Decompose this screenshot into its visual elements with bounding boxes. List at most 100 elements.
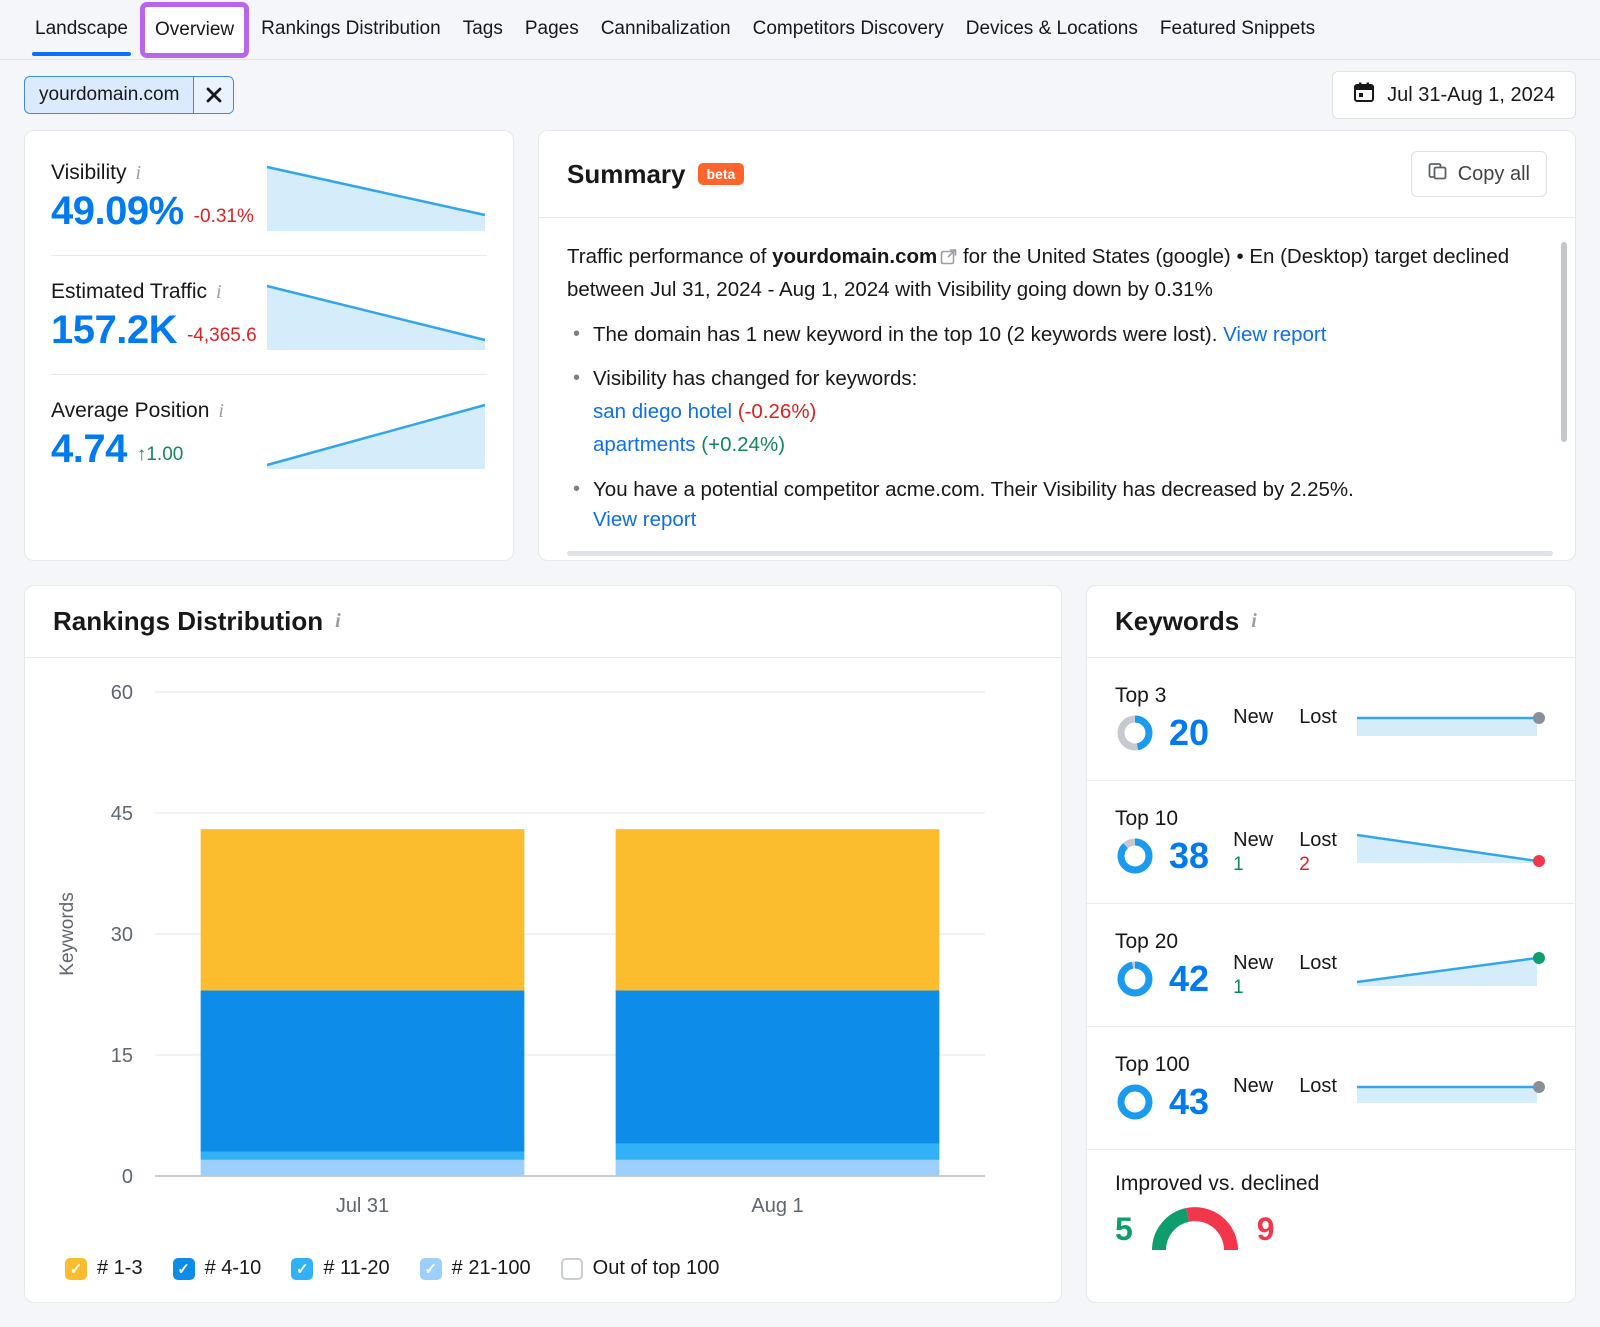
metric-estimated-traffic: Estimated Traffic i 157.2K -4,365.6	[51, 255, 487, 374]
copy-all-button[interactable]: Copy all	[1410, 151, 1547, 197]
nav-tab-rankings-distribution[interactable]: Rankings Distribution	[250, 4, 452, 56]
calendar-icon	[1353, 81, 1375, 109]
new-label: New	[1233, 829, 1274, 851]
declined-count: 9	[1256, 1210, 1275, 1247]
sparkline-top-10	[1356, 833, 1545, 867]
copy-all-label: Copy all	[1457, 162, 1530, 185]
nav-tab-cannibalization[interactable]: Cannibalization	[590, 4, 742, 56]
nav-tab-devices-locations[interactable]: Devices & Locations	[955, 4, 1149, 56]
summary-card: Summary beta Copy all Traffic performanc…	[538, 130, 1576, 561]
date-range-label: Jul 31-Aug 1, 2024	[1387, 83, 1555, 106]
main-navbar: Landscape Overview Rankings Distribution…	[0, 0, 1600, 60]
metric-position-delta: ↑1.00	[136, 443, 184, 465]
legend-label-11-20: # 11-20	[323, 1257, 390, 1279]
svg-text:Keywords: Keywords	[57, 892, 78, 975]
metric-position-value: 4.74	[51, 427, 127, 471]
summary-intro: Traffic performance of yourdomain.com fo…	[567, 242, 1547, 306]
traffic-sparkline	[266, 284, 486, 350]
metric-visibility-delta: -0.31%	[193, 205, 254, 227]
donut-top-20	[1117, 961, 1153, 997]
checkbox-21-100[interactable]: ✓	[419, 1257, 442, 1280]
view-report-link-1[interactable]: View report	[1223, 323, 1326, 346]
improved-vs-declined-section: Improved vs. declined 5 9	[1087, 1149, 1575, 1280]
keywords-label-top-10: Top 10	[1115, 807, 1179, 830]
donut-top-100	[1117, 1084, 1153, 1120]
info-icon[interactable]: i	[135, 162, 141, 185]
metric-visibility-label: Visibility	[51, 161, 127, 184]
visibility-sparkline	[266, 165, 486, 231]
date-range-picker[interactable]: Jul 31-Aug 1, 2024	[1332, 71, 1576, 119]
keywords-value-top-10: 38	[1169, 835, 1210, 876]
info-icon[interactable]: i	[1251, 610, 1257, 633]
keywords-row-top-100: Top 100 43 New Lost	[1087, 1026, 1575, 1149]
nav-tab-featured-snippets[interactable]: Featured Snippets	[1149, 4, 1326, 56]
keywords-value-top-3: 20	[1169, 712, 1210, 753]
lost-label: Lost	[1299, 706, 1337, 728]
nav-tab-pages[interactable]: Pages	[514, 4, 590, 56]
checkbox-1-3[interactable]: ✓	[65, 1257, 87, 1280]
close-icon[interactable]	[193, 77, 234, 113]
rankings-bar-chart: 0 15 30 45 60 Keywords Jul 31 Aug 1	[57, 682, 985, 1217]
checkbox-11-20[interactable]: ✓	[291, 1257, 314, 1280]
external-link-icon[interactable]	[940, 244, 957, 275]
summary-horizontal-scrollbar[interactable]	[567, 551, 1553, 556]
keywords-value-top-100: 43	[1169, 1081, 1210, 1122]
domain-chip[interactable]: yourdomain.com	[24, 76, 235, 114]
metric-visibility-value: 49.09%	[51, 189, 184, 233]
view-report-link-2[interactable]: View report	[593, 508, 696, 531]
legend-label-1-3: # 1-3	[97, 1257, 143, 1279]
keywords-row-top-3: Top 3 20 New Lost	[1087, 658, 1575, 780]
nav-tab-competitors-discovery[interactable]: Competitors Discovery	[742, 4, 955, 56]
keyword-link-apartments[interactable]: apartments	[593, 433, 696, 456]
keyword-link-san-diego-hotel[interactable]: san diego hotel	[593, 400, 732, 423]
metric-traffic-label: Estimated Traffic	[51, 280, 208, 303]
summary-bullet-1: The domain has 1 new keyword in the top …	[567, 319, 1547, 351]
rankings-chart-legend: ✓ # 1-3 ✓ # 4-10 ✓ # 11-20 ✓ # 21-100 Ou…	[25, 1245, 1061, 1302]
legend-item-4-10[interactable]: ✓ # 4-10	[172, 1257, 262, 1280]
info-icon[interactable]: i	[218, 400, 224, 423]
svg-text:30: 30	[111, 924, 133, 946]
keywords-header: Keywords i	[1087, 586, 1575, 658]
summary-bullet-2-text: Visibility has changed for keywords:	[593, 367, 918, 391]
info-icon[interactable]: i	[335, 610, 341, 633]
lost-label: Lost	[1299, 1075, 1337, 1097]
summary-bullet-list: The domain has 1 new keyword in the top …	[567, 319, 1547, 537]
nav-tab-tags[interactable]: Tags	[452, 4, 514, 56]
summary-title: Summary	[567, 158, 686, 189]
sparkline-top-100	[1357, 1081, 1545, 1103]
new-count-top-10: 1	[1233, 854, 1244, 875]
copy-icon	[1428, 161, 1448, 187]
keywords-title: Keywords	[1115, 606, 1240, 636]
rankings-chart-area: 0 15 30 45 60 Keywords Jul 31 Aug 1	[25, 658, 1061, 1245]
keywords-label-top-100: Top 100	[1115, 1053, 1190, 1076]
legend-item-out-of-top-100[interactable]: Out of top 100	[560, 1257, 720, 1280]
donut-top-3	[1117, 715, 1153, 751]
legend-item-1-3[interactable]: ✓ # 1-3	[65, 1257, 143, 1280]
legend-item-21-100[interactable]: ✓ # 21-100	[419, 1257, 531, 1280]
new-label: New	[1233, 706, 1274, 728]
checkbox-4-10[interactable]: ✓	[172, 1257, 195, 1280]
svg-text:Jul 31: Jul 31	[336, 1195, 389, 1217]
bottom-row: Rankings Distribution i 0 15 30 45 60 Keyword…	[0, 561, 1600, 1327]
legend-label-out-of-top-100: Out of top 100	[592, 1257, 720, 1279]
legend-item-11-20[interactable]: ✓ # 11-20	[291, 1257, 390, 1280]
checkbox-out-of-top-100[interactable]	[560, 1257, 583, 1280]
improved-count: 5	[1115, 1210, 1133, 1247]
info-icon[interactable]: i	[216, 281, 222, 304]
summary-vertical-scrollbar[interactable]	[1561, 242, 1567, 442]
rankings-distribution-header: Rankings Distribution i	[25, 586, 1061, 658]
new-count-top-20: 1	[1233, 977, 1244, 998]
legend-label-4-10: # 4-10	[204, 1257, 262, 1279]
summary-header: Summary beta Copy all	[539, 131, 1575, 218]
sparkline-top-3	[1357, 712, 1545, 736]
nav-tab-overview[interactable]: Overview	[139, 1, 250, 58]
lost-count-top-10: 2	[1299, 854, 1310, 875]
nav-tab-landscape[interactable]: Landscape	[24, 4, 139, 56]
donut-top-10	[1117, 838, 1153, 874]
svg-text:60: 60	[111, 682, 133, 704]
metric-traffic-value: 157.2K	[51, 308, 177, 352]
domain-chip-label: yourdomain.com	[39, 84, 180, 105]
metric-traffic-delta: -4,365.6	[186, 324, 257, 346]
new-label: New	[1233, 952, 1274, 974]
metric-position-label: Average Position	[51, 399, 210, 422]
